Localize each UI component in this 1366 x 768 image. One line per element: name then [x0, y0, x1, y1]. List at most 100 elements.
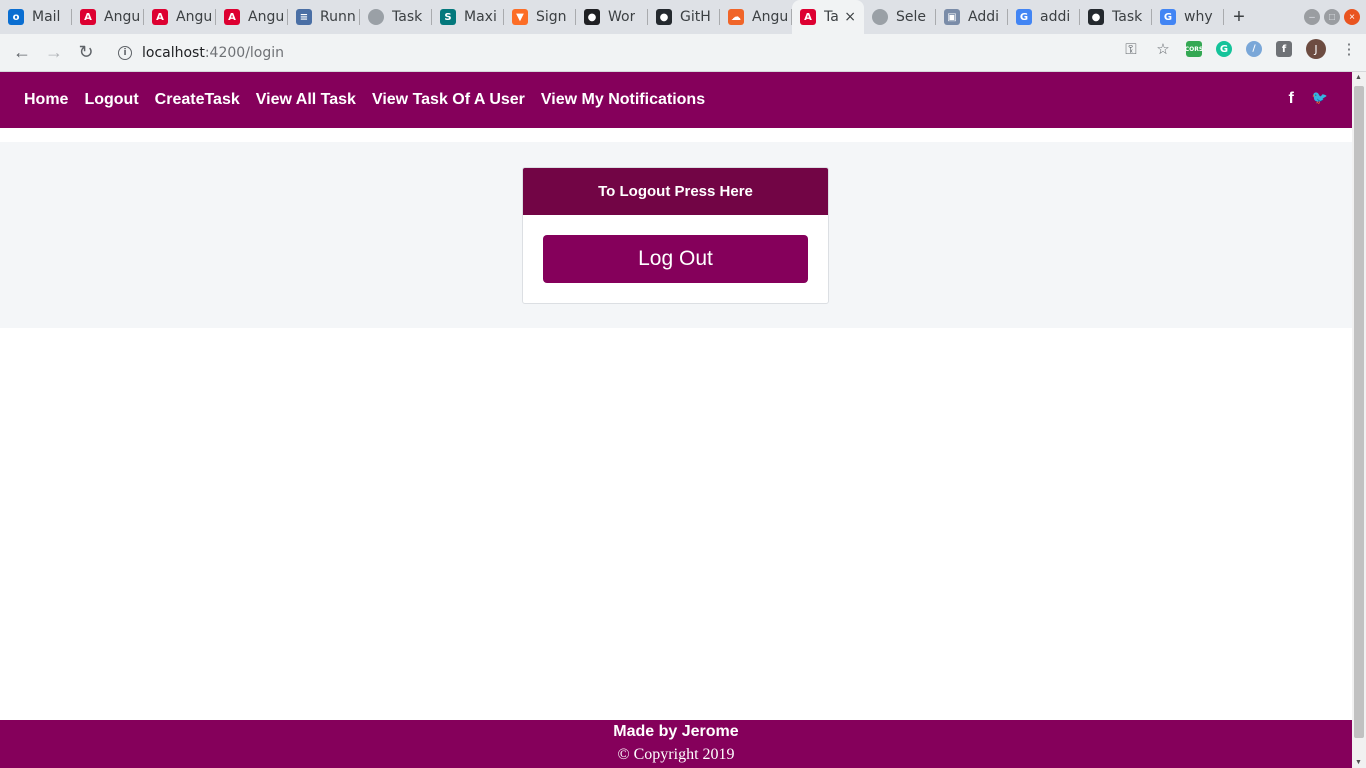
browser-tab[interactable]: ● Task: [1080, 0, 1152, 34]
menu-dots-icon[interactable]: ⋮: [1340, 40, 1358, 58]
browser-tab[interactable]: Gwhy: [1152, 0, 1224, 34]
logout-card: To Logout Press Here Log Out: [522, 167, 829, 304]
globe-icon: [872, 9, 888, 25]
globe-icon: [368, 9, 384, 25]
browser-tab[interactable]: Gaddi: [1008, 0, 1080, 34]
tab-title: addi: [1040, 9, 1071, 25]
tab-title: GitH: [680, 9, 711, 25]
social-links: f 🐦: [1288, 90, 1328, 108]
browser-tab[interactable]: A Angu: [144, 0, 216, 34]
tab-close-icon[interactable]: ×: [844, 9, 856, 25]
tab-title: Angu: [176, 9, 213, 25]
browser-tab[interactable]: A Ta ×: [792, 0, 864, 34]
browser-tab[interactable]: ● Wor: [576, 0, 648, 34]
extension-icon[interactable]: /: [1246, 41, 1262, 57]
tab-title: Angu: [752, 9, 789, 25]
nav-logout-link[interactable]: Logout: [84, 91, 138, 109]
browser-tab[interactable]: ● GitH: [648, 0, 720, 34]
nav-home-link[interactable]: Home: [24, 91, 68, 109]
tab-title: Angu: [248, 9, 285, 25]
window-controls: – □ ×: [1304, 9, 1360, 25]
tab-strip: o Mail A Angu A Angu A Angu ≡ Runn Task S Maxi ▼ Sign ●…: [0, 0, 1366, 34]
tab-title: Sele: [896, 9, 927, 25]
outlook-icon: o: [8, 9, 24, 25]
google-icon: G: [1016, 9, 1032, 25]
page-viewport: Home Logout CreateTask View All Task Vie…: [0, 72, 1366, 768]
browser-tab[interactable]: ☁ Angu: [720, 0, 792, 34]
google-icon: G: [1160, 9, 1176, 25]
tab-separator: [1223, 9, 1224, 25]
forward-arrow-icon: →: [45, 42, 63, 62]
browser-tab[interactable]: A Angu: [72, 0, 144, 34]
github-icon: ●: [1088, 9, 1104, 25]
tab-title: Mail: [32, 9, 61, 25]
tab-title: Angu: [104, 9, 141, 25]
profile-avatar[interactable]: J: [1306, 39, 1326, 59]
browser-tab[interactable]: o Mail: [0, 0, 72, 34]
gitlab-icon: ▼: [512, 9, 528, 25]
tab-list: o Mail A Angu A Angu A Angu ≡ Runn Task S Maxi ▼ Sign ●…: [0, 0, 1224, 34]
toolbar-actions: ⚿ ☆ CORS G / f J ⋮: [1122, 39, 1358, 59]
stackblitz-icon: ☁: [728, 9, 744, 25]
browser-toolbar: ← → ↻ i localhost:4200/login ⚿ ☆ CORS G …: [0, 34, 1366, 72]
scroll-up-arrow-icon[interactable]: ▲: [1355, 74, 1362, 81]
browser-tab[interactable]: S Maxi: [432, 0, 504, 34]
browser-tab[interactable]: ≡ Runn: [288, 0, 360, 34]
github-icon: ●: [656, 9, 672, 25]
nav-view-all-task-link[interactable]: View All Task: [256, 91, 356, 109]
facebook-extension-icon[interactable]: f: [1276, 41, 1292, 57]
browser-tab[interactable]: Sele: [864, 0, 936, 34]
owl-icon: ●: [584, 9, 600, 25]
back-arrow-icon: ←: [13, 42, 31, 62]
tab-title: Wor: [608, 9, 636, 25]
tab-title: Ta: [824, 9, 839, 25]
nav-createtask-link[interactable]: CreateTask: [155, 91, 240, 109]
footer: Made by Jerome © Copyright 2019: [0, 720, 1352, 768]
reload-button[interactable]: ↻: [70, 37, 102, 69]
sharepoint-icon: S: [440, 9, 456, 25]
tab-title: Runn: [320, 9, 356, 25]
back-button[interactable]: ←: [6, 37, 38, 69]
url-path: :4200/login: [204, 44, 285, 61]
browser-tab[interactable]: A Angu: [216, 0, 288, 34]
grammarly-extension-icon[interactable]: G: [1216, 41, 1232, 57]
browser-tab[interactable]: ▼ Sign: [504, 0, 576, 34]
angular-icon: A: [152, 9, 168, 25]
angular-icon: A: [80, 9, 96, 25]
angular-icon: A: [800, 9, 816, 25]
image-icon: ▣: [944, 9, 960, 25]
address-bar[interactable]: i localhost:4200/login: [108, 37, 1152, 68]
reload-icon: ↻: [78, 42, 94, 62]
document-icon: ≡: [296, 9, 312, 25]
browser-tab[interactable]: ▣ Addi: [936, 0, 1008, 34]
vertical-scrollbar[interactable]: ▲ ▼: [1352, 72, 1366, 768]
navbar: Home Logout CreateTask View All Task Vie…: [0, 72, 1352, 128]
log-out-button[interactable]: Log Out: [543, 235, 808, 283]
footer-copyright: © Copyright 2019: [617, 746, 735, 763]
scroll-thumb[interactable]: [1354, 86, 1364, 738]
tab-title: Sign: [536, 9, 567, 25]
scroll-down-arrow-icon[interactable]: ▼: [1355, 759, 1362, 766]
forward-button[interactable]: →: [38, 37, 70, 69]
bookmark-star-icon[interactable]: ☆: [1154, 40, 1172, 58]
angular-icon: A: [224, 9, 240, 25]
cors-extension-icon[interactable]: CORS: [1185, 41, 1203, 57]
nav-view-task-of-user-link[interactable]: View Task Of A User: [372, 91, 525, 109]
footer-made-by: Made by Jerome: [613, 723, 739, 740]
facebook-icon[interactable]: f: [1288, 90, 1293, 108]
maximize-button[interactable]: □: [1324, 9, 1340, 25]
new-tab-button[interactable]: +: [1224, 0, 1254, 34]
browser-tab[interactable]: Task: [360, 0, 432, 34]
site-info-icon[interactable]: i: [118, 45, 132, 60]
url-host: localhost: [142, 44, 205, 61]
tab-title: Maxi: [464, 9, 497, 25]
minimize-button[interactable]: –: [1304, 9, 1320, 25]
tab-title: Task: [392, 9, 423, 25]
twitter-icon[interactable]: 🐦: [1312, 90, 1328, 108]
tab-title: Task: [1112, 9, 1143, 25]
key-icon[interactable]: ⚿: [1122, 40, 1140, 58]
card-header: To Logout Press Here: [523, 168, 828, 215]
window-close-button[interactable]: ×: [1344, 9, 1360, 25]
nav-view-notifications-link[interactable]: View My Notifications: [541, 91, 705, 109]
tab-title: Addi: [968, 9, 999, 25]
